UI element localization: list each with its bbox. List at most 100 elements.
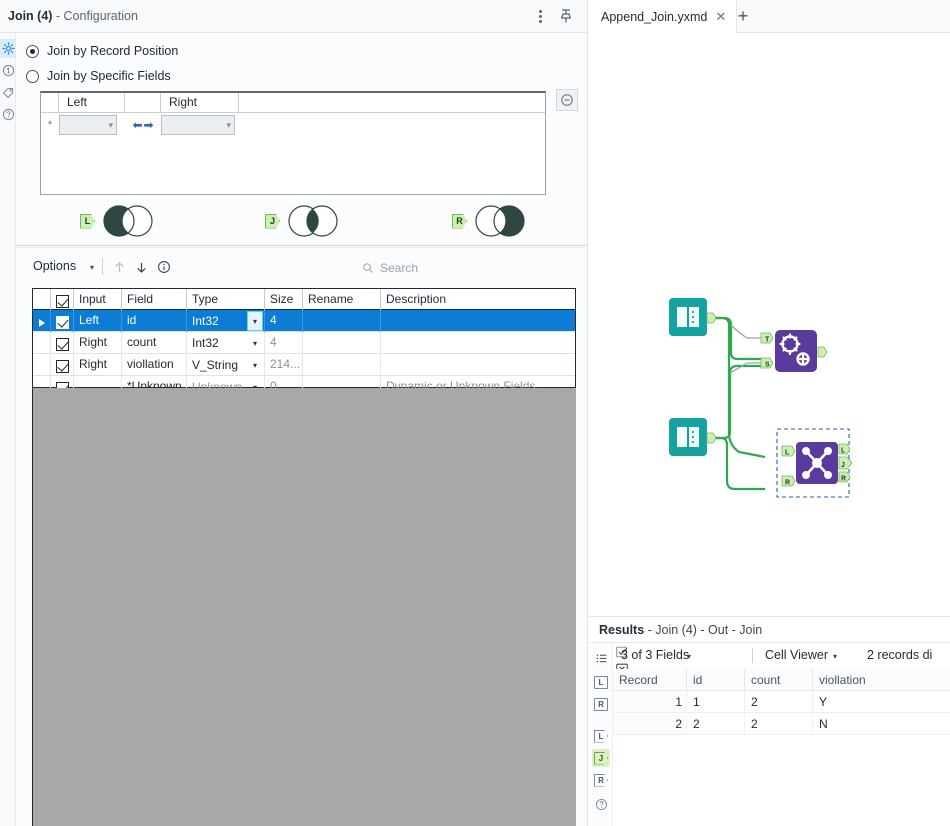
- field-header-type[interactable]: Type: [187, 289, 265, 310]
- tab-append-join[interactable]: Append_Join.yxmd ✕: [589, 0, 737, 33]
- input-right-icon[interactable]: R: [592, 695, 610, 713]
- search-input[interactable]: Search: [356, 257, 571, 278]
- results-toolbar: 3 of 3 Fields ▾ Cell Viewer ▾: [613, 643, 950, 669]
- results-header-count[interactable]: count: [745, 669, 813, 690]
- info-icon[interactable]: [155, 258, 173, 276]
- radio-join-by-record-position[interactable]: Join by Record Position: [26, 44, 178, 58]
- field-header-input[interactable]: Input: [74, 289, 122, 310]
- configuration-tool-name: Join (4): [8, 9, 52, 23]
- cell-input: Left: [74, 310, 122, 332]
- configuration-header: Join (4) - Configuration: [0, 0, 587, 33]
- chevron-down-icon[interactable]: ▾: [833, 652, 837, 661]
- left-field-select[interactable]: ▾: [59, 115, 117, 135]
- row-checkbox[interactable]: [51, 332, 74, 354]
- svg-text:R: R: [785, 480, 790, 487]
- right-field-select[interactable]: ▾: [161, 115, 235, 135]
- workflow-canvas[interactable]: T S: [589, 33, 950, 616]
- field-header-select-all[interactable]: [51, 289, 74, 310]
- arrow-up-icon[interactable]: [110, 258, 128, 276]
- close-icon[interactable]: ✕: [715, 10, 726, 23]
- fields-selector[interactable]: 3 of 3 Fields: [621, 648, 689, 662]
- help-icon[interactable]: [0, 105, 16, 124]
- chevron-down-icon[interactable]: ▾: [90, 263, 94, 272]
- field-grid-empty-area: [32, 388, 576, 826]
- row-marker: [33, 310, 51, 332]
- radio-join-by-specific-fields[interactable]: Join by Specific Fields: [26, 69, 171, 83]
- table-row[interactable]: Right viollation V_String ▾ 214...: [33, 354, 575, 376]
- cell-type[interactable]: Int32 ▾: [187, 310, 265, 332]
- configuration-panel: Join (4) - Configuration: [0, 0, 588, 826]
- join-grid-arrow-cell: ⬅ ➡: [125, 113, 161, 137]
- field-selection-grid: Input Field Type Size Rename Description…: [32, 288, 576, 388]
- tag-icon[interactable]: [0, 83, 16, 102]
- row-checkbox[interactable]: [51, 354, 74, 376]
- field-header-description[interactable]: Description: [381, 289, 575, 310]
- table-row[interactable]: 1 1 2 Y: [613, 691, 950, 713]
- cell-rename[interactable]: [303, 310, 381, 332]
- venn-left-unjoined[interactable]: L: [80, 204, 159, 238]
- checkbox-icon: [56, 295, 69, 308]
- pin-icon[interactable]: [557, 7, 575, 25]
- arrow-right-icon[interactable]: ➡: [144, 119, 154, 131]
- options-button[interactable]: Options: [33, 259, 76, 273]
- cell-type[interactable]: Int32 ▾: [187, 332, 265, 354]
- cell-rename[interactable]: [303, 354, 381, 376]
- cell-record: 2: [613, 713, 687, 734]
- chevron-down-icon[interactable]: ▾: [247, 333, 263, 353]
- results-panel: Results - Join (4) - Out - Join L: [589, 616, 950, 826]
- help-icon[interactable]: [592, 795, 610, 813]
- gear-icon[interactable]: [0, 39, 16, 58]
- cell-input: Right: [74, 332, 122, 354]
- cell-description[interactable]: [381, 354, 575, 376]
- list-icon[interactable]: [592, 649, 610, 667]
- cell-rename[interactable]: [303, 332, 381, 354]
- kebab-menu-icon[interactable]: [532, 7, 550, 25]
- cell-description[interactable]: [381, 310, 575, 332]
- venn-right-unjoined[interactable]: R: [452, 204, 531, 238]
- table-row[interactable]: Right count Int32 ▾ 4: [33, 332, 575, 354]
- output-right-icon[interactable]: R: [592, 771, 610, 789]
- output-join-tag: J: [594, 752, 608, 765]
- field-header-rename[interactable]: Rename: [303, 289, 381, 310]
- results-table: Record id count viollation 1 1 2 Y 2 2 2…: [613, 669, 950, 735]
- field-header-size[interactable]: Size: [265, 289, 303, 310]
- output-left-tag: L: [594, 730, 608, 743]
- output-left-icon[interactable]: L: [592, 727, 610, 745]
- svg-text:T: T: [765, 337, 770, 344]
- cell-record: 1: [613, 691, 687, 712]
- arrow-down-icon[interactable]: [132, 258, 150, 276]
- chevron-down-icon[interactable]: ▾: [247, 355, 263, 375]
- row-checkbox[interactable]: [51, 310, 74, 332]
- annotation-icon[interactable]: [0, 61, 16, 80]
- field-options-toolbar: Options ▾: [16, 255, 588, 281]
- remove-join-row-button[interactable]: [556, 89, 578, 111]
- table-row[interactable]: Left id Int32 ▾ 4: [33, 310, 575, 332]
- results-header-id[interactable]: id: [687, 669, 745, 690]
- field-grid-header: Input Field Type Size Rename Description: [33, 289, 575, 310]
- arrow-left-icon[interactable]: ⬅: [132, 119, 142, 131]
- chevron-down-icon[interactable]: ▾: [687, 652, 691, 661]
- results-header-record[interactable]: Record: [613, 669, 687, 690]
- tool-text-input-bottom: [669, 418, 716, 456]
- search-icon: [362, 262, 374, 274]
- venn-port-tag-j: J: [265, 214, 280, 229]
- cell-field: viollation: [122, 354, 187, 376]
- cell-description[interactable]: [381, 332, 575, 354]
- venn-join[interactable]: J: [265, 204, 344, 238]
- alteryx-designer-window: Join (4) - Configuration: [0, 0, 950, 826]
- results-header-viollation[interactable]: viollation: [813, 669, 898, 690]
- cell-viewer-selector[interactable]: Cell Viewer: [765, 648, 828, 662]
- join-grid-header-left: Left: [59, 93, 125, 112]
- join-grid-row[interactable]: * ▾ ⬅ ➡ ▾: [41, 113, 545, 137]
- field-header-field[interactable]: Field: [122, 289, 187, 310]
- cell-field: count: [122, 332, 187, 354]
- svg-text:S: S: [765, 362, 770, 369]
- tool-text-input-top: [669, 298, 716, 336]
- input-left-icon[interactable]: L: [592, 673, 610, 691]
- table-row[interactable]: 2 2 2 N: [613, 713, 950, 735]
- output-join-icon[interactable]: J: [592, 749, 610, 767]
- cell-type[interactable]: V_String ▾: [187, 354, 265, 376]
- radio-label-record-position: Join by Record Position: [47, 44, 178, 58]
- new-tab-button[interactable]: +: [729, 0, 757, 33]
- chevron-down-icon[interactable]: ▾: [247, 311, 263, 331]
